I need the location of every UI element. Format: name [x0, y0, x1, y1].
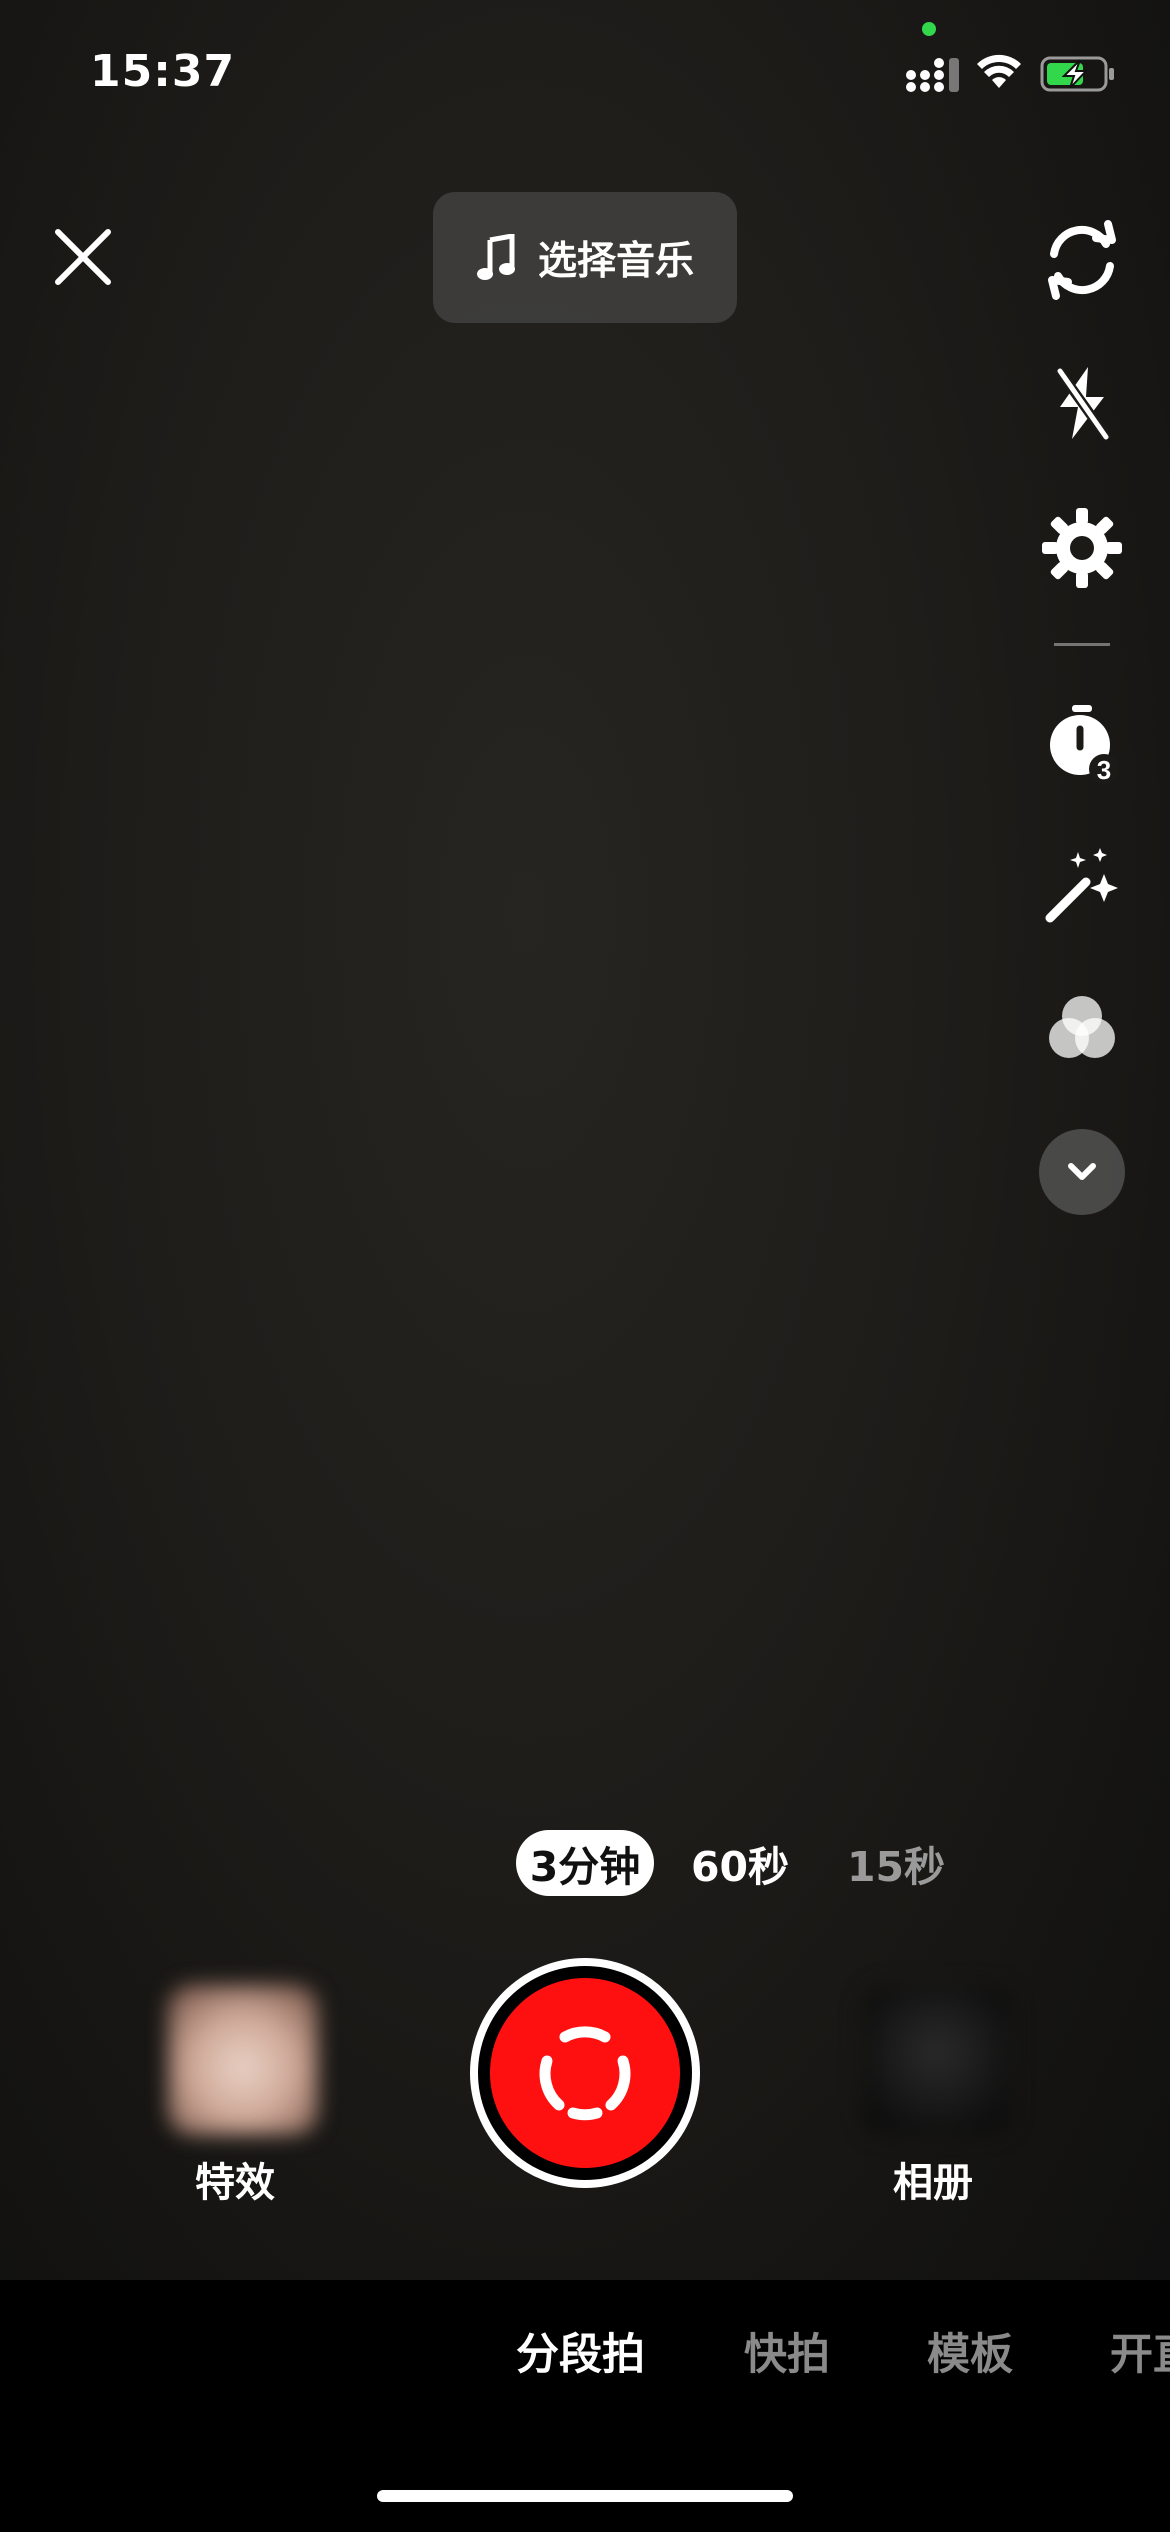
- record-button-inner: [490, 1978, 680, 2168]
- close-icon[interactable]: [52, 226, 114, 288]
- duration-option-60s[interactable]: 60秒: [680, 1830, 800, 1896]
- effects-label[interactable]: 特效: [135, 2150, 335, 2208]
- more-tools-button[interactable]: [1039, 1129, 1125, 1215]
- mode-tab-segmented[interactable]: 分段拍: [516, 2320, 645, 2382]
- album-label[interactable]: 相册: [833, 2150, 1033, 2208]
- timer-icon: 3: [1050, 705, 1119, 785]
- flip-camera-button[interactable]: [1034, 212, 1130, 308]
- filter-icon: [1049, 996, 1115, 1058]
- flash-off-icon: [1053, 366, 1113, 442]
- filter-button[interactable]: [1034, 980, 1130, 1076]
- beauty-wand-icon: [1045, 848, 1118, 923]
- camera-in-use-indicator: [922, 22, 936, 36]
- flip-camera-icon: [1048, 220, 1116, 300]
- effects-thumbnail[interactable]: [168, 1985, 318, 2135]
- cellular-signal-icon: [906, 58, 959, 92]
- settings-button[interactable]: [1034, 500, 1130, 596]
- battery-charging-icon: [1040, 56, 1114, 92]
- camera-viewfinder[interactable]: [0, 0, 1170, 2280]
- mode-tab-live[interactable]: 开直: [1110, 2320, 1170, 2382]
- wifi-icon: [977, 54, 1021, 88]
- timer-button[interactable]: 3: [1034, 695, 1130, 791]
- flash-button[interactable]: [1034, 355, 1130, 451]
- status-time: 15:37: [90, 46, 236, 97]
- select-music-label: 选择音乐: [537, 238, 694, 284]
- mode-tab-quick[interactable]: 快拍: [744, 2320, 830, 2382]
- beauty-button[interactable]: [1034, 838, 1130, 934]
- record-button[interactable]: [470, 1958, 700, 2188]
- home-indicator[interactable]: [377, 2490, 793, 2502]
- timer-badge: 3: [1097, 755, 1111, 785]
- mode-tab-template[interactable]: 模板: [927, 2320, 1013, 2382]
- music-note-icon: [476, 233, 515, 280]
- settings-icon: [1042, 508, 1122, 588]
- chevron-down-icon: [1068, 1163, 1096, 1180]
- duration-option-3min[interactable]: 3分钟: [516, 1830, 654, 1896]
- duration-option-15s[interactable]: 15秒: [836, 1830, 956, 1896]
- segmented-record-icon: [539, 2026, 631, 2121]
- toolbar-divider: [1054, 643, 1110, 646]
- album-thumbnail[interactable]: [862, 1985, 1012, 2135]
- select-music-button[interactable]: 选择音乐: [433, 192, 737, 323]
